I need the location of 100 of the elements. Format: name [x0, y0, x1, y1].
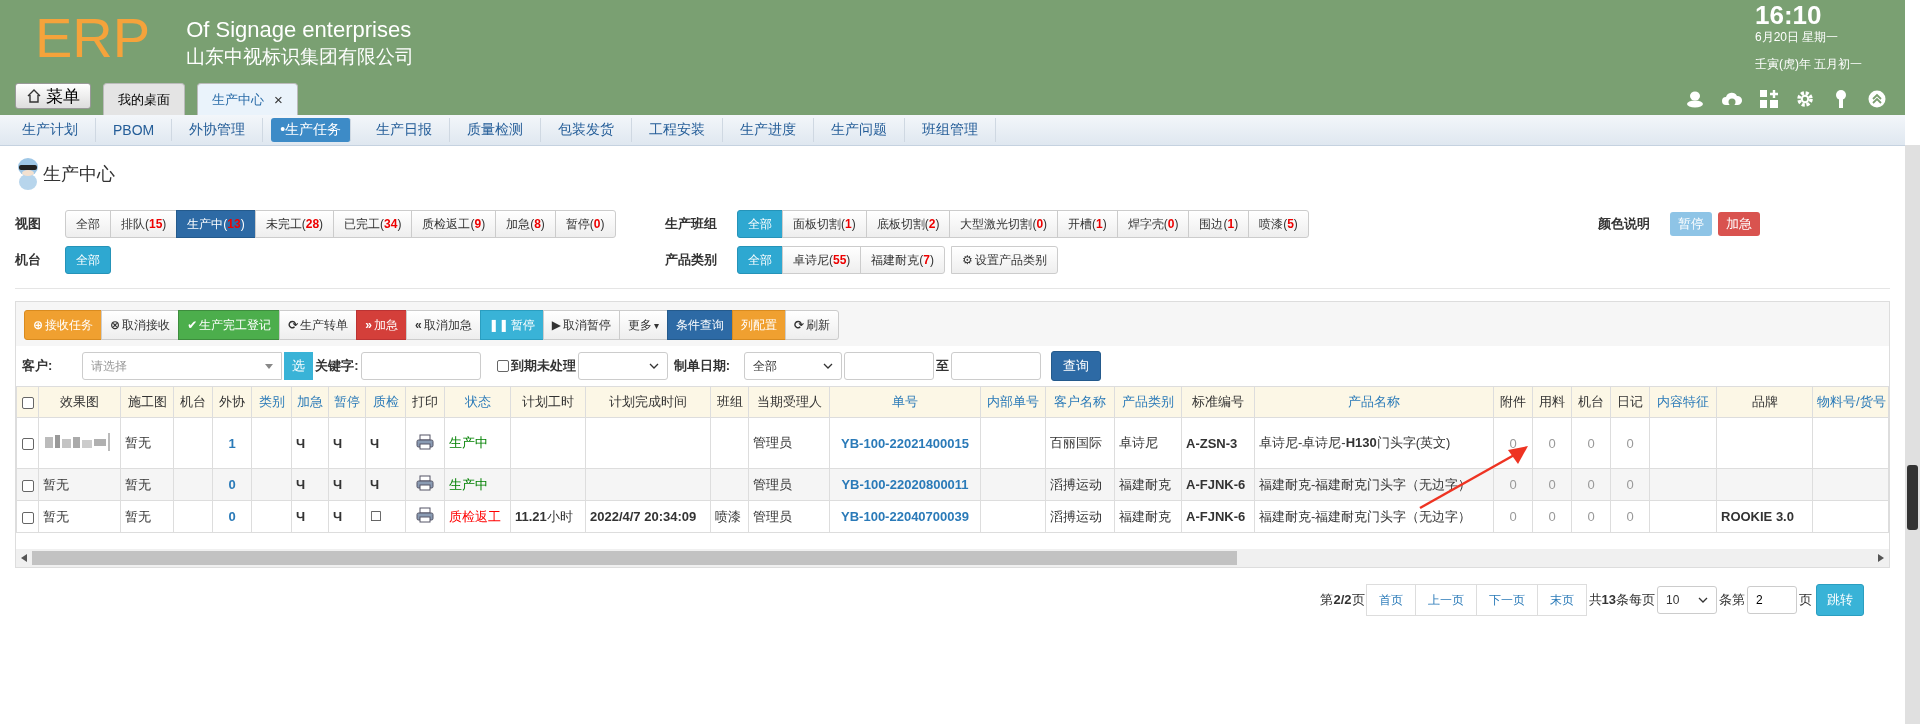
- toolbar-button[interactable]: ⊗ 取消接收: [101, 310, 180, 340]
- filter-option[interactable]: 加急(8): [495, 210, 556, 238]
- customer-label: 客户:: [22, 357, 53, 375]
- page-tab[interactable]: 生产中心 ×: [197, 83, 298, 115]
- filter-option[interactable]: 福建耐克(7): [860, 246, 946, 274]
- logo-text: ERP: [35, 8, 151, 68]
- cell-text: 卓诗尼-卓诗尼-H130门头字(英文): [1259, 435, 1451, 450]
- cell-text: 百丽国际: [1050, 435, 1102, 450]
- end-date-field[interactable]: [951, 352, 1042, 380]
- keyword-label: 关键字:: [315, 357, 359, 375]
- toolbar-button[interactable]: 更多 ▾: [618, 310, 668, 340]
- menu-button[interactable]: 菜单: [15, 83, 91, 109]
- page-number-field[interactable]: 2: [1747, 586, 1797, 614]
- toolbar-button[interactable]: ▶ 取消暂停: [542, 310, 620, 340]
- nav-item[interactable]: 班组管理: [905, 118, 997, 142]
- column-header[interactable]: 状态: [464, 394, 491, 409]
- cell-text: 暂无: [43, 508, 69, 524]
- column-header: 机台: [1578, 394, 1604, 409]
- nav-item[interactable]: 生产日报: [359, 118, 451, 142]
- filter-label: 生产班组: [665, 215, 718, 233]
- nav-item[interactable]: 外协管理: [172, 118, 264, 142]
- column-header: 外协: [219, 394, 245, 409]
- column-header: 打印: [412, 394, 438, 409]
- filter-option[interactable]: 生产中(13): [176, 210, 256, 238]
- printer-icon[interactable]: [416, 475, 434, 491]
- cell-text: ☐: [370, 509, 382, 524]
- column-header: 用料: [1539, 394, 1565, 409]
- cell-text: Ч: [333, 477, 343, 492]
- filter-option[interactable]: 已完工(34): [333, 210, 413, 238]
- page-button[interactable]: 下一页: [1475, 584, 1538, 616]
- toolbar-button[interactable]: 条件查询: [667, 310, 733, 340]
- toolbar-button[interactable]: ⟳ 生产转单: [279, 310, 358, 340]
- cell-text: 暂无: [125, 508, 151, 524]
- vertical-scrollbar[interactable]: [1905, 145, 1920, 724]
- nav-item[interactable]: 包装发货: [541, 118, 633, 142]
- cell-text: 0: [1626, 477, 1634, 492]
- collapse-icon[interactable]: [1867, 89, 1887, 109]
- user-icon[interactable]: [1685, 89, 1705, 109]
- printer-icon[interactable]: [416, 507, 434, 523]
- filter-option[interactable]: 卓诗尼(55): [782, 246, 862, 274]
- grid-add-icon[interactable]: [1759, 89, 1779, 109]
- nav-item[interactable]: 生产问题: [814, 118, 906, 142]
- mascot-icon: [15, 157, 41, 191]
- filter-option[interactable]: 开槽(1): [1057, 210, 1118, 238]
- row-checkbox[interactable]: [21, 511, 34, 524]
- filter-option[interactable]: 底板切割(2): [865, 210, 951, 238]
- page-button[interactable]: 首页: [1365, 584, 1416, 616]
- overdue-label: 到期未处理: [510, 357, 576, 375]
- toolbar-button[interactable]: » 加急: [356, 310, 407, 340]
- scroll-right-icon[interactable]: [1878, 554, 1884, 562]
- row-checkbox[interactable]: [21, 438, 34, 451]
- cell-text: 0: [1587, 477, 1595, 492]
- order-link[interactable]: 0: [228, 477, 236, 492]
- nav-item[interactable]: 工程安装: [632, 118, 724, 142]
- order-link[interactable]: 0: [228, 509, 236, 524]
- toolbar-button[interactable]: « 取消加急: [405, 310, 481, 340]
- nav-item[interactable]: 生产计划: [5, 118, 96, 142]
- page-button[interactable]: 上一页: [1414, 584, 1477, 616]
- filter-option[interactable]: 排队(15): [110, 210, 178, 238]
- horizontal-scrollbar[interactable]: [16, 549, 1889, 567]
- nav-item[interactable]: PBOM: [96, 119, 173, 141]
- filter-option[interactable]: 大型激光切割(0): [949, 210, 1059, 238]
- column-header[interactable]: 单号: [892, 394, 918, 409]
- page-tab[interactable]: 我的桌面: [103, 83, 185, 115]
- nav-item[interactable]: 生产进度: [723, 118, 815, 142]
- filter-label: 产品类别: [665, 251, 718, 269]
- cell-text: Ч: [333, 509, 343, 524]
- page-button[interactable]: 末页: [1536, 584, 1587, 616]
- cell-text: 管理员: [753, 435, 792, 450]
- page-info: 第2/2页: [1320, 591, 1365, 609]
- page-size-select[interactable]: 10: [1657, 586, 1717, 614]
- filter-option[interactable]: 喷漆(5): [1248, 210, 1309, 238]
- filter-option[interactable]: 未完工(28): [254, 210, 335, 238]
- nav-item[interactable]: 质量检测: [450, 118, 542, 142]
- printer-icon[interactable]: [416, 433, 434, 450]
- column-header[interactable]: 产品名称: [1348, 394, 1400, 409]
- query-button[interactable]: 查询: [1051, 351, 1102, 381]
- nav-item[interactable]: •生产任务: [271, 118, 352, 142]
- cell-text: 滔搏运动: [1050, 508, 1102, 524]
- toolbar-button[interactable]: ⟳ 刷新: [785, 310, 840, 340]
- filter-option[interactable]: 围边(1): [1188, 210, 1250, 238]
- filter-option[interactable]: 面板切割(1): [782, 210, 867, 238]
- category-settings-button[interactable]: ⚙ 设置产品类别: [951, 246, 1058, 274]
- settings-icon[interactable]: [1795, 89, 1815, 109]
- overdue-checkbox[interactable]: [496, 360, 509, 372]
- keyword-field[interactable]: [360, 352, 481, 380]
- start-date-field[interactable]: [844, 352, 935, 380]
- filter-option[interactable]: 全部: [65, 210, 111, 238]
- filter-option[interactable]: 质检返工(9): [411, 210, 497, 238]
- chevron-down-icon: [1698, 597, 1708, 603]
- filter-option[interactable]: 焊字壳(0): [1116, 210, 1190, 238]
- date-range-select[interactable]: 全部: [744, 352, 843, 380]
- filter-option[interactable]: 暂停(0): [554, 210, 616, 238]
- column-header: 机台: [180, 394, 206, 409]
- scroll-left-icon[interactable]: [21, 554, 27, 562]
- cell-text: 0: [1548, 435, 1556, 451]
- order-link[interactable]: 1: [228, 435, 236, 451]
- cell-text: 卓诗尼: [1119, 435, 1158, 450]
- row-checkbox[interactable]: [21, 479, 34, 492]
- select-all-checkbox[interactable]: [21, 397, 34, 410]
